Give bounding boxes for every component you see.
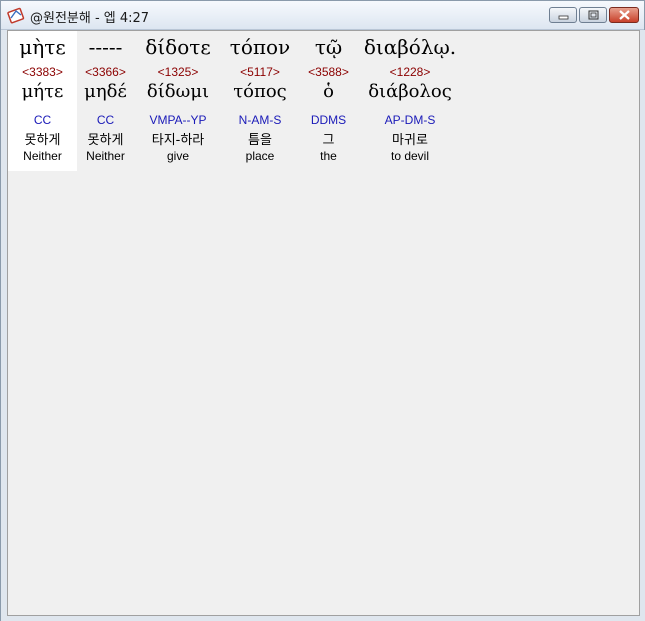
strong-number[interactable]: <3366>: [77, 65, 134, 79]
parsing-code: DDMS: [310, 113, 347, 127]
strong-number[interactable]: <5117>: [224, 65, 296, 79]
parsing-code: VMPA--YP: [149, 113, 207, 127]
interlinear-panel: μὴτε <3383> μήτε CC 못하게 Neither ----- <3…: [7, 30, 640, 616]
greek-word: -----: [88, 35, 123, 59]
korean-gloss: 마귀로: [392, 133, 428, 148]
strong-number[interactable]: <3383>: [8, 65, 77, 79]
parsing-code: CC: [96, 113, 115, 127]
maximize-button[interactable]: [579, 7, 607, 23]
greek-word: τῷ: [314, 35, 343, 59]
english-gloss: place: [245, 149, 275, 163]
window-title: @원전분해 - 엡 4:27: [30, 11, 150, 26]
strong-number[interactable]: <1228>: [360, 65, 460, 79]
greek-word: διαβόλῳ.: [363, 35, 457, 59]
word-column[interactable]: δίδοτε <1325> δίδωμι VMPA--YP 타지-하라 give: [138, 31, 218, 171]
minimize-button[interactable]: [549, 7, 577, 23]
english-gloss: Neither: [23, 149, 62, 163]
english-gloss: to devil: [390, 149, 430, 163]
word-column[interactable]: τόπον <5117> τόπος N-AM-S 틈을 place: [224, 31, 296, 171]
greek-word: τόπον: [229, 35, 291, 59]
maximize-icon: [588, 10, 599, 20]
app-logo-icon: [7, 6, 25, 24]
word-column[interactable]: διαβόλῳ. <1228> διάβολος AP-DM-S 마귀로 to …: [360, 31, 460, 171]
close-icon: [619, 10, 630, 20]
english-gloss: give: [166, 149, 189, 163]
lemma: διάβολος: [368, 81, 452, 102]
korean-gloss: 타지-하라: [151, 133, 205, 148]
minimize-icon: [558, 15, 569, 20]
strong-number[interactable]: <3588>: [300, 65, 357, 79]
korean-gloss: 못하게: [24, 133, 61, 148]
korean-gloss: 틈을: [248, 133, 272, 148]
parsing-code: N-AM-S: [238, 113, 282, 127]
lemma: δίδωμι: [146, 81, 210, 102]
strong-number[interactable]: <1325>: [138, 65, 218, 79]
greek-word: δίδοτε: [145, 35, 211, 59]
english-gloss: Neither: [86, 149, 125, 163]
parsing-code: AP-DM-S: [384, 113, 436, 127]
window-frame-bottom: [1, 616, 645, 621]
lemma: μήτε: [21, 81, 64, 102]
greek-word: μὴτε: [19, 35, 66, 59]
app-window: @원전분해 - 엡 4:27 μὴτε <3383> μήτε CC 못하게 N…: [0, 0, 645, 621]
lemma: ὁ: [323, 81, 334, 102]
word-column[interactable]: ----- <3366> μηδέ CC 못하게 Neither: [77, 31, 134, 171]
english-gloss: the: [320, 149, 337, 163]
word-column[interactable]: μὴτε <3383> μήτε CC 못하게 Neither: [8, 31, 77, 171]
parsing-code: CC: [33, 113, 52, 127]
lemma: τόπος: [233, 81, 287, 102]
korean-gloss: 못하게: [87, 133, 124, 148]
korean-gloss: 그: [322, 133, 335, 148]
title-bar[interactable]: @원전분해 - 엡 4:27: [1, 1, 644, 30]
window-frame-right: [640, 30, 645, 620]
lemma: μηδέ: [84, 81, 127, 102]
close-button[interactable]: [609, 7, 639, 23]
word-column[interactable]: τῷ <3588> ὁ DDMS 그 the: [300, 31, 357, 171]
